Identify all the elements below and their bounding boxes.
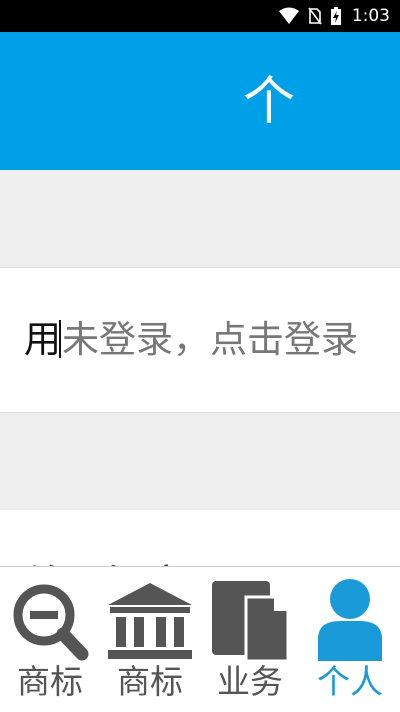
tab-personal[interactable]: 个人 xyxy=(300,567,400,712)
tab-trademark-institution[interactable]: 商标 xyxy=(100,567,200,712)
settings-row-partial[interactable]: 修改密码 › xyxy=(0,510,400,570)
page-title: 个 xyxy=(243,72,296,132)
person-icon xyxy=(318,579,382,661)
status-icons: 1:03 xyxy=(278,0,390,32)
login-row[interactable]: 用未登录，点击登录 xyxy=(0,268,400,411)
status-bar: 1:03 xyxy=(0,0,400,32)
login-prompt: 未登录，点击登录 xyxy=(62,318,358,361)
tab-business[interactable]: 业务 xyxy=(200,567,300,712)
text-cursor xyxy=(59,320,61,358)
login-text[interactable]: 用未登录，点击登录 xyxy=(24,316,358,364)
documents-icon xyxy=(212,581,290,663)
battery-charging-icon xyxy=(330,7,341,25)
section-spacer-top xyxy=(0,170,400,268)
status-time: 1:03 xyxy=(351,6,390,26)
bank-icon xyxy=(108,583,192,659)
tab-trademark-search[interactable]: 商标 xyxy=(0,567,100,712)
tab-label: 商标 xyxy=(117,662,183,701)
app-header: 个 xyxy=(0,32,400,170)
no-sim-icon xyxy=(308,7,322,25)
tab-label: 业务 xyxy=(217,662,283,701)
search-minus-icon xyxy=(13,584,89,661)
bottom-tab-bar: 商标 商标 业务 个人 xyxy=(0,566,400,712)
wifi-icon xyxy=(278,7,299,24)
section-spacer-middle xyxy=(0,412,400,511)
login-first-char: 用 xyxy=(24,318,61,361)
tab-label: 个人 xyxy=(317,662,383,701)
tab-label: 商标 xyxy=(17,662,83,701)
